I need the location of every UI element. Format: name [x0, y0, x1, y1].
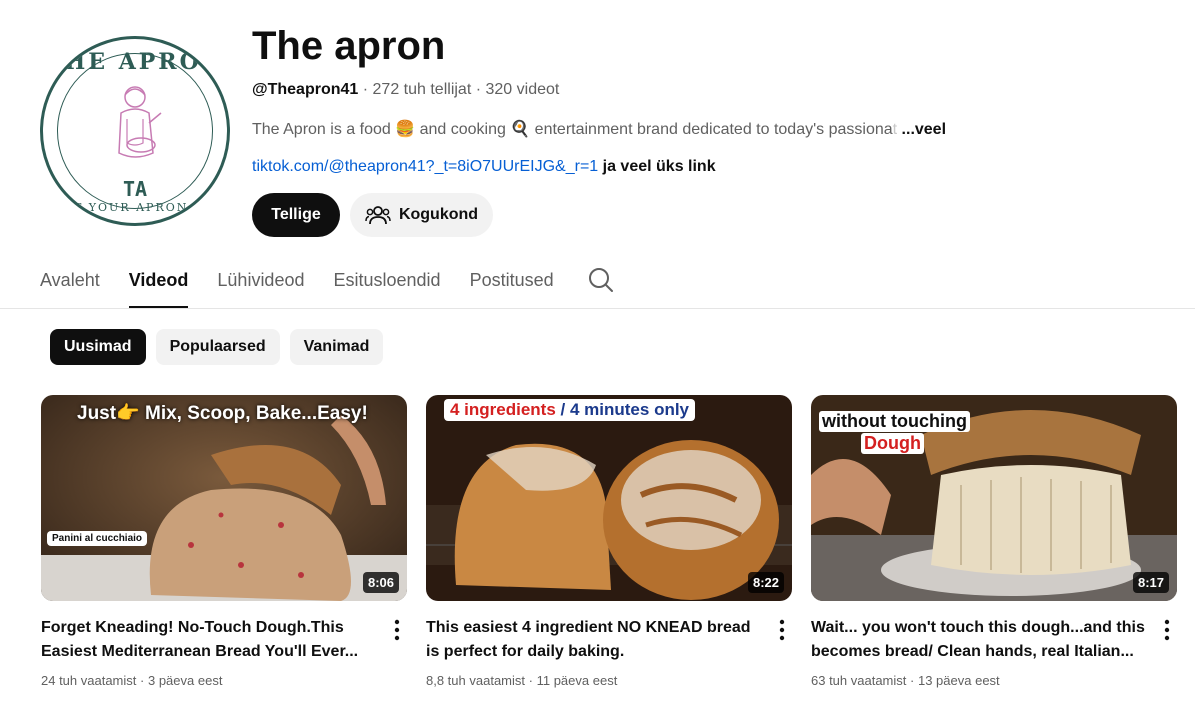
channel-meta: @Theapron41 · 272 tuh tellijat · 320 vid… [252, 81, 559, 99]
chip-oldest[interactable]: Vanimad [289, 329, 384, 365]
video-card[interactable]: Just👉 Mix, Scoop, Bake...Easy! Panini al… [41, 395, 407, 688]
upload-age: 11 päeva eest [536, 673, 618, 688]
channel-links: tiktok.com/@theapron41?_t=8iO7UUrEIJG&_r… [252, 158, 716, 176]
tab-playlists[interactable]: Esitusloendid [333, 258, 440, 308]
thumbnail-caption-separator: / [555, 400, 570, 419]
subscribe-button[interactable]: Tellige [252, 193, 340, 237]
upload-age: 3 päeva eest [147, 673, 223, 688]
thumbnail-image [41, 395, 407, 601]
more-links-button[interactable]: ja veel üks link [603, 158, 716, 175]
subscriber-count: 272 tuh tellijat [372, 81, 472, 98]
meta-separator: · [910, 673, 915, 688]
thumbnail-caption-line2: Dough [861, 433, 924, 454]
tab-shorts[interactable]: Lühivideod [217, 258, 304, 308]
thumbnail-caption: 4 ingredients / 4 minutes only [444, 399, 696, 421]
view-count: 8,8 tuh vaatamist [426, 673, 525, 688]
view-count: 24 tuh vaatamist [41, 673, 137, 688]
view-count: 63 tuh vaatamist [811, 673, 907, 688]
more-options-icon[interactable] [1159, 619, 1175, 641]
description-text: The Apron is a food 🍔 and cooking 🍳 ente… [252, 121, 893, 138]
video-title[interactable]: Wait... you won't touch this dough...and… [811, 616, 1147, 664]
meta-separator: · [362, 81, 369, 98]
chef-illustration-icon [118, 86, 162, 158]
meta-separator: · [528, 673, 533, 688]
channel-description[interactable]: The Apron is a food 🍔 and cooking 🍳 ente… [252, 119, 946, 139]
video-title[interactable]: This easiest 4 ingredient NO KNEAD bread… [426, 616, 762, 664]
channel-title: The apron [252, 24, 446, 68]
description-fade: t [892, 121, 898, 138]
avatar-monogram: TA [122, 177, 148, 201]
video-title[interactable]: Forget Kneading! No-Touch Dough.This Eas… [41, 616, 377, 664]
tiktok-link[interactable]: tiktok.com/@theapron41?_t=8iO7UUrEIJG&_r… [252, 158, 598, 175]
search-icon[interactable] [587, 266, 615, 294]
video-duration: 8:17 [1132, 572, 1169, 593]
video-duration: 8:22 [747, 572, 784, 593]
tab-videos[interactable]: Videod [128, 258, 188, 308]
channel-handle: @Theapron41 [252, 81, 359, 98]
video-meta: 8,8 tuh vaatamist · 11 päeva eest [426, 673, 617, 688]
thumbnail-tag: Panini al cucchiaio [47, 531, 148, 546]
chip-latest[interactable]: Uusimad [50, 329, 146, 365]
thumbnail-caption: Just👉 Mix, Scoop, Bake...Easy! [77, 403, 368, 424]
upload-age: 13 päeva eest [917, 673, 1000, 688]
avatar-bottom-text: PUT YOUR APRON ON [53, 201, 217, 214]
video-duration: 8:06 [362, 572, 399, 593]
chip-popular[interactable]: Populaarsed [155, 329, 280, 365]
video-count: 320 videot [485, 81, 560, 98]
avatar-top-text: THE APRON [45, 49, 225, 75]
video-card[interactable]: 4 ingredients / 4 minutes only 8:22 This… [426, 395, 792, 688]
video-thumbnail[interactable]: without touching Dough 8:17 [811, 395, 1177, 601]
channel-tabs: Avaleht Videod Lühivideod Esitusloendid … [40, 258, 615, 308]
thumbnail-caption-line1: without touching [819, 411, 970, 432]
meta-separator: · [140, 673, 145, 688]
tabs-divider [0, 308, 1195, 309]
description-more-link[interactable]: ...veel [902, 121, 946, 138]
video-thumbnail[interactable]: Just👉 Mix, Scoop, Bake...Easy! Panini al… [41, 395, 407, 601]
thumbnail-caption-minutes: 4 minutes only [569, 400, 690, 419]
people-icon [365, 206, 391, 225]
tab-posts[interactable]: Postitused [470, 258, 554, 308]
video-thumbnail[interactable]: 4 ingredients / 4 minutes only 8:22 [426, 395, 792, 601]
community-button[interactable]: Kogukond [350, 193, 493, 237]
more-options-icon[interactable] [389, 619, 405, 641]
more-options-icon[interactable] [774, 619, 790, 641]
tab-home[interactable]: Avaleht [40, 258, 100, 308]
thumbnail-caption-ingredients: 4 ingredients [450, 400, 556, 419]
video-card[interactable]: without touching Dough 8:17 Wait... you … [811, 395, 1177, 688]
channel-avatar[interactable]: THE APRON TA PUT YOUR APRON ON [40, 36, 230, 226]
video-meta: 24 tuh vaatamist · 3 päeva eest [41, 673, 222, 688]
meta-separator: · [475, 81, 482, 98]
community-label: Kogukond [398, 206, 479, 223]
thumbnail-image [426, 395, 792, 601]
video-meta: 63 tuh vaatamist · 13 päeva eest [811, 673, 1000, 688]
sort-chips: Uusimad Populaarsed Vanimad [50, 329, 384, 365]
